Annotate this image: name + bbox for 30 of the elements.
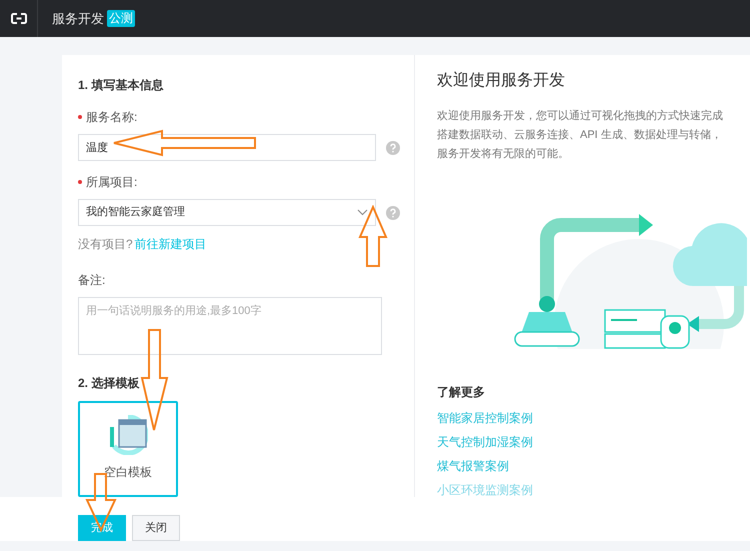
annotation-arrow (358, 205, 388, 268)
help-icon[interactable] (386, 206, 400, 220)
logo-icon (10, 13, 26, 24)
service-name-input[interactable]: 温度 (78, 134, 376, 161)
case-link[interactable]: 煤气报警案例 (437, 457, 750, 476)
welcome-text: 欢迎使用服务开发，您可以通过可视化拖拽的方式快速完成 (437, 108, 724, 124)
template-card[interactable]: 空白模板 (78, 401, 178, 497)
welcome-text: 搭建数据联动、云服务连接、API 生成、数据处理与转储， (437, 128, 723, 143)
section-heading: 2. 选择模板 (78, 375, 140, 392)
template-label: 空白模板 (104, 464, 152, 481)
beta-badge: 公测 (107, 10, 135, 27)
field-label: 服务名称: (86, 109, 138, 126)
project-select[interactable]: 我的智能云家庭管理 (78, 199, 376, 226)
field-label: 备注: (78, 272, 106, 289)
help-icon[interactable] (386, 140, 400, 154)
case-link[interactable]: 智能家居控制案例 (437, 409, 750, 428)
hint-text: 没有项目? (78, 236, 133, 253)
field-label: 所属项目: (86, 174, 138, 191)
welcome-text: 服务开发将有无限的可能。 (437, 147, 570, 162)
case-link[interactable]: 天气控制加湿案例 (437, 433, 750, 452)
chevron-down-icon (357, 209, 368, 216)
more-heading: 了解更多 (437, 384, 486, 401)
note-textarea[interactable]: 用一句话说明服务的用途,最多100字 (78, 297, 382, 355)
close-button[interactable]: 关闭 (132, 515, 180, 541)
case-link[interactable]: 小区环境监测案例 (437, 481, 750, 497)
app-title: 服务开发 (52, 10, 104, 28)
welcome-title: 欢迎使用服务开发 (437, 70, 566, 91)
create-project-link[interactable]: 前往新建项目 (134, 235, 207, 253)
section-heading: 1. 填写基本信息 (78, 77, 164, 94)
blank-template-icon (108, 415, 148, 455)
